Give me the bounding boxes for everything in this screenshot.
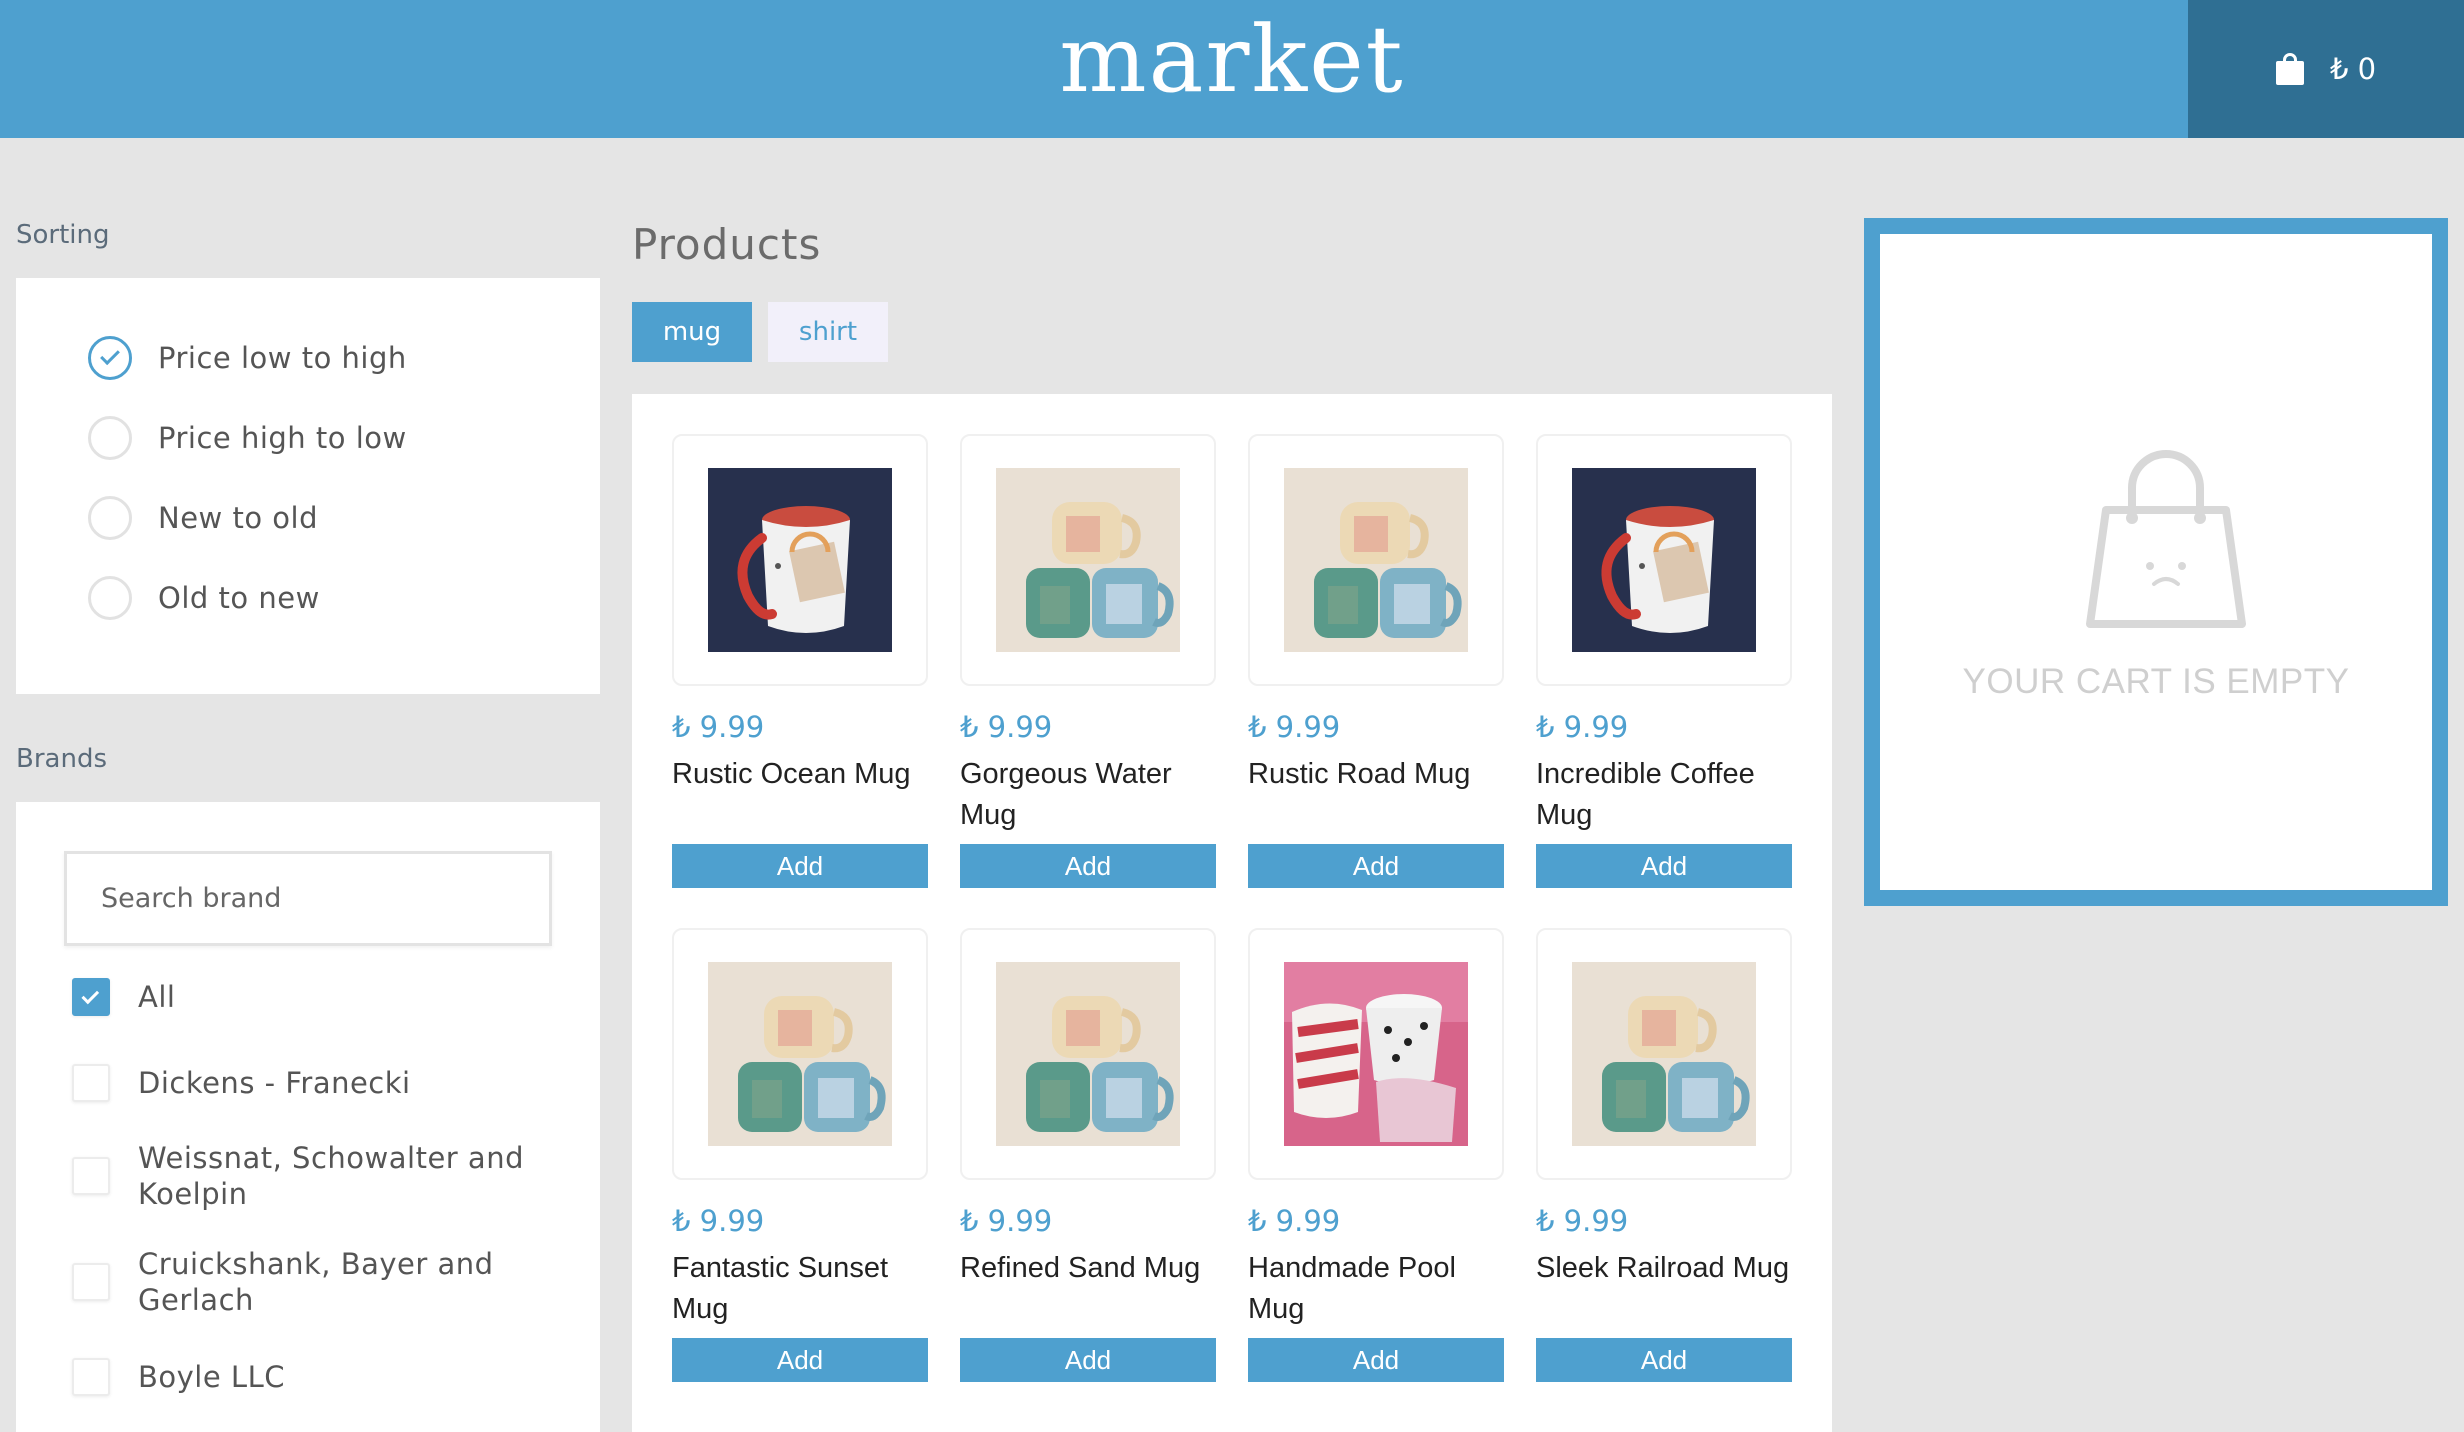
product-card[interactable]: ₺ 9.99 Rustic Ocean Mug Add [672, 434, 928, 888]
checkbox-icon[interactable] [72, 1263, 110, 1301]
product-image[interactable] [960, 434, 1216, 686]
brand-label: All [138, 980, 176, 1014]
product-card[interactable]: ₺ 9.99 Handmade Pool Mug Add [1248, 928, 1504, 1382]
search-brand-input[interactable] [64, 851, 552, 946]
checkbox-icon[interactable] [72, 1358, 110, 1396]
add-to-cart-button[interactable]: Add [1248, 844, 1504, 888]
product-price: ₺ 9.99 [1536, 710, 1629, 744]
product-price: ₺ 9.99 [672, 710, 765, 744]
product-card[interactable]: ₺ 9.99 Sleek Railroad Mug Add [1536, 928, 1792, 1382]
checkbox-icon[interactable] [72, 1064, 110, 1102]
brand-item-boyle-llc[interactable]: Boyle LLC [72, 1358, 285, 1396]
product-image[interactable] [672, 434, 928, 686]
product-name: Handmade Pool Mug [1248, 1252, 1456, 1325]
logo[interactable]: market [0, 4, 2464, 116]
product-price: ₺ 9.99 [672, 1204, 765, 1238]
sort-option-price-low-high[interactable]: Price low to high [88, 336, 407, 380]
product-name: Fantastic Sunset Mug [672, 1252, 888, 1325]
sort-option-label: New to old [158, 501, 319, 535]
checkbox-checked-icon[interactable] [72, 978, 110, 1016]
product-name: Rustic Ocean Mug [672, 758, 911, 790]
product-card[interactable]: ₺ 9.99 Rustic Road Mug Add [1248, 434, 1504, 888]
add-to-cart-button[interactable]: Add [960, 844, 1216, 888]
product-name: Gorgeous Water Mug [960, 758, 1172, 831]
product-image[interactable] [1248, 434, 1504, 686]
brand-label: Cruickshank, Bayer and Gerlach [138, 1247, 494, 1317]
product-card[interactable]: ₺ 9.99 Fantastic Sunset Mug Add [672, 928, 928, 1382]
radio-icon[interactable] [88, 496, 132, 540]
add-to-cart-button[interactable]: Add [672, 844, 928, 888]
product-price: ₺ 9.99 [1536, 1204, 1629, 1238]
radio-icon[interactable] [88, 576, 132, 620]
add-to-cart-button[interactable]: Add [1536, 1338, 1792, 1382]
brand-item-all[interactable]: All [72, 978, 175, 1016]
product-name: Incredible Coffee Mug [1536, 758, 1755, 831]
add-to-cart-button[interactable]: Add [1536, 844, 1792, 888]
sorting-panel: Price low to high Price high to low New … [16, 278, 600, 694]
radio-icon[interactable] [88, 416, 132, 460]
cart-content: YOUR CART IS EMPTY [1880, 234, 2432, 890]
product-name: Rustic Road Mug [1248, 758, 1471, 790]
product-image[interactable] [672, 928, 928, 1180]
products-title: Products [632, 220, 822, 269]
product-image[interactable] [1536, 928, 1792, 1180]
product-price: ₺ 9.99 [1248, 1204, 1341, 1238]
radio-checked-icon[interactable] [88, 336, 132, 380]
cart-empty-text: YOUR CART IS EMPTY [1962, 662, 2350, 701]
product-name: Sleek Railroad Mug [1536, 1252, 1790, 1284]
product-card[interactable]: ₺ 9.99 Gorgeous Water Mug Add [960, 434, 1216, 888]
sad-bag-icon [2086, 450, 2246, 628]
sort-option-old-new[interactable]: Old to new [88, 576, 320, 620]
sort-option-label: Price low to high [158, 341, 407, 375]
cart-total: ₺ 0 [2329, 52, 2377, 86]
product-image[interactable] [1536, 434, 1792, 686]
product-price: ₺ 9.99 [1248, 710, 1341, 744]
shopping-bag-icon [2275, 53, 2304, 85]
cart-panel: YOUR CART IS EMPTY [1864, 218, 2448, 906]
tag-mug[interactable]: mug [632, 302, 752, 362]
sort-option-new-old[interactable]: New to old [88, 496, 318, 540]
add-to-cart-button[interactable]: Add [960, 1338, 1216, 1382]
product-price: ₺ 9.99 [960, 1204, 1053, 1238]
product-price: ₺ 9.99 [960, 710, 1053, 744]
brand-label: Boyle LLC [138, 1360, 285, 1394]
sort-option-label: Price high to low [158, 421, 407, 455]
brand-item-dickens-franecki[interactable]: Dickens - Franecki [72, 1064, 411, 1102]
product-grid: ₺ 9.99 Rustic Ocean Mug Add ₺ 9.99 Gorgeous … [632, 394, 1832, 1432]
header-cart-button[interactable]: ₺ 0 [2188, 0, 2464, 138]
product-card[interactable]: ₺ 9.99 Incredible Coffee Mug Add [1536, 434, 1792, 888]
sort-option-price-high-low[interactable]: Price high to low [88, 416, 407, 460]
brands-label: Brands [16, 744, 107, 774]
brand-item-cruickshank[interactable]: Cruickshank, Bayer and Gerlach [72, 1246, 542, 1318]
sort-option-label: Old to new [158, 581, 320, 615]
checkbox-icon[interactable] [72, 1157, 110, 1195]
tag-shirt[interactable]: shirt [768, 302, 888, 362]
add-to-cart-button[interactable]: Add [672, 1338, 928, 1382]
product-image[interactable] [960, 928, 1216, 1180]
product-image[interactable] [1248, 928, 1504, 1180]
product-name: Refined Sand Mug [960, 1252, 1201, 1284]
brand-label: Weissnat, Schowalter and Koelpin [138, 1141, 524, 1211]
brand-item-weissnat[interactable]: Weissnat, Schowalter and Koelpin [72, 1140, 542, 1212]
sorting-label: Sorting [16, 220, 110, 250]
product-card[interactable]: ₺ 9.99 Refined Sand Mug Add [960, 928, 1216, 1382]
header: market ₺ 0 [0, 0, 2464, 138]
brand-label: Dickens - Franecki [138, 1066, 411, 1100]
add-to-cart-button[interactable]: Add [1248, 1338, 1504, 1382]
